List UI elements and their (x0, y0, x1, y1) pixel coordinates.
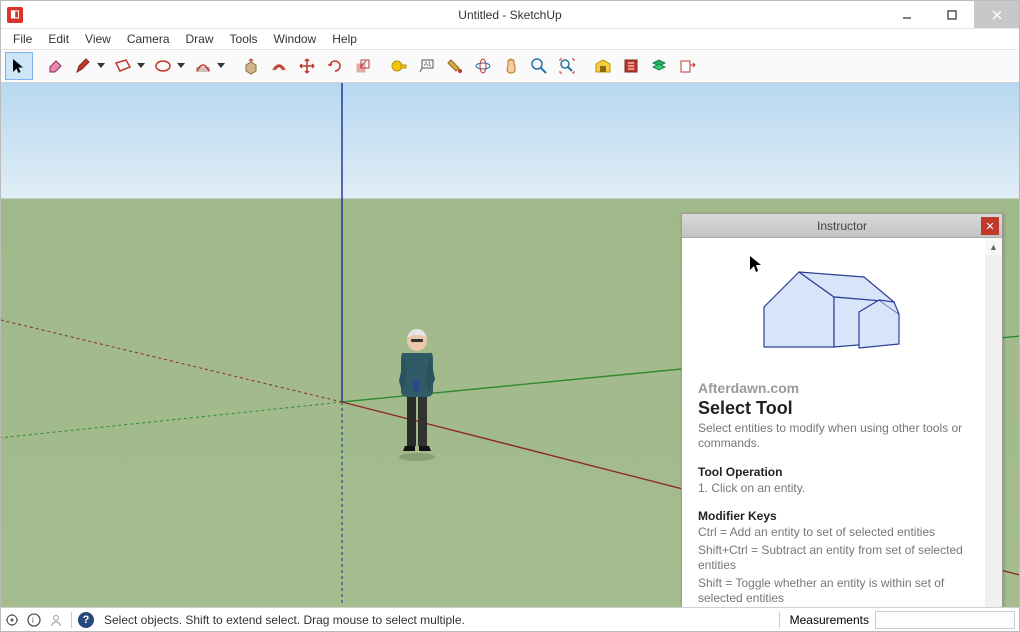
statusbar: i ? Select objects. Shift to extend sele… (1, 607, 1019, 631)
scale-figure-person[interactable] (387, 321, 447, 461)
menu-window[interactable]: Window (266, 30, 325, 48)
scroll-up-icon[interactable]: ▲ (985, 238, 1002, 255)
instructor-illustration (698, 252, 969, 362)
zoom-extents-tool-button[interactable] (553, 52, 581, 80)
menu-draw[interactable]: Draw (178, 30, 222, 48)
measurements-area: Measurements (775, 611, 1019, 629)
titlebar: ◧ Untitled - SketchUp (1, 1, 1019, 29)
app-window: ◧ Untitled - SketchUp File Edit View Cam… (0, 0, 1020, 632)
axis-red-dashed (1, 308, 342, 402)
instructor-title: Instructor (817, 219, 867, 233)
viewport-3d[interactable]: Instructor ✕ (1, 83, 1019, 607)
scale-tool-button[interactable] (349, 52, 377, 80)
instructor-close-button[interactable]: ✕ (981, 217, 999, 235)
menu-edit[interactable]: Edit (40, 30, 77, 48)
export-button[interactable] (673, 52, 701, 80)
instructor-operation-heading: Tool Operation (698, 465, 969, 479)
text-tool-button[interactable]: A1 (413, 52, 441, 80)
menu-camera[interactable]: Camera (119, 30, 178, 48)
instructor-panel[interactable]: Instructor ✕ (681, 213, 1003, 607)
chevron-down-icon[interactable] (177, 63, 185, 68)
offset-tool-button[interactable] (265, 52, 293, 80)
instructor-modifier-line: Shift+Ctrl = Subtract an entity from set… (698, 543, 969, 574)
svg-text:i: i (32, 616, 34, 625)
statusbar-divider (779, 612, 780, 628)
menubar: File Edit View Camera Draw Tools Window … (1, 29, 1019, 49)
chevron-down-icon[interactable] (137, 63, 145, 68)
pushpull-tool-button[interactable] (237, 52, 265, 80)
select-tool-button[interactable] (5, 52, 33, 80)
menu-view[interactable]: View (77, 30, 119, 48)
eraser-tool-button[interactable] (41, 52, 69, 80)
credits-icon[interactable]: i (23, 609, 45, 631)
chevron-down-icon[interactable] (217, 63, 225, 68)
statusbar-hint: Select objects. Shift to extend select. … (104, 613, 465, 627)
chevron-down-icon[interactable] (97, 63, 105, 68)
close-button[interactable] (974, 1, 1019, 28)
toolbar: A1 (1, 49, 1019, 83)
instructor-watermark: Afterdawn.com (698, 380, 969, 396)
measurements-label: Measurements (790, 613, 869, 627)
app-icon: ◧ (7, 7, 23, 23)
extension-warehouse-button[interactable] (617, 52, 645, 80)
maximize-button[interactable] (929, 1, 974, 28)
instructor-scrollbar[interactable]: ▲ ▼ (985, 238, 1002, 607)
instructor-description: Select entities to modify when using oth… (698, 421, 969, 451)
3d-warehouse-button[interactable] (589, 52, 617, 80)
layers-button[interactable] (645, 52, 673, 80)
move-tool-button[interactable] (293, 52, 321, 80)
window-controls (884, 1, 1019, 28)
geo-location-icon[interactable] (1, 609, 23, 631)
instructor-operation-step: 1. Click on an entity. (698, 481, 969, 495)
minimize-button[interactable] (884, 1, 929, 28)
instructor-modifier-line: Ctrl = Add an entity to set of selected … (698, 525, 969, 541)
menu-file[interactable]: File (5, 30, 40, 48)
tape-tool-button[interactable] (385, 52, 413, 80)
zoom-tool-button[interactable] (525, 52, 553, 80)
rotate-tool-button[interactable] (321, 52, 349, 80)
menu-tools[interactable]: Tools (222, 30, 266, 48)
instructor-tool-title: Select Tool (698, 398, 969, 419)
svg-text:A1: A1 (424, 62, 432, 68)
circle-tool-button[interactable] (149, 52, 177, 80)
orbit-tool-button[interactable] (469, 52, 497, 80)
window-title: Untitled - SketchUp (458, 8, 561, 22)
help-icon[interactable]: ? (78, 612, 94, 628)
rectangle-tool-button[interactable] (109, 52, 137, 80)
menu-help[interactable]: Help (324, 30, 365, 48)
instructor-modifier-heading: Modifier Keys (698, 509, 969, 523)
pencil-tool-button[interactable] (69, 52, 97, 80)
paint-tool-button[interactable] (441, 52, 469, 80)
statusbar-divider (71, 612, 72, 628)
person-icon[interactable] (45, 609, 67, 631)
instructor-content: Afterdawn.com Select Tool Select entitie… (682, 238, 985, 607)
arc-tool-button[interactable] (189, 52, 217, 80)
pan-tool-button[interactable] (497, 52, 525, 80)
instructor-titlebar[interactable]: Instructor ✕ (682, 214, 1002, 238)
instructor-body: Afterdawn.com Select Tool Select entitie… (682, 238, 1002, 607)
measurements-input[interactable] (875, 611, 1015, 629)
instructor-modifier-line: Shift = Toggle whether an entity is with… (698, 576, 969, 607)
axis-green-dashed (1, 402, 342, 443)
